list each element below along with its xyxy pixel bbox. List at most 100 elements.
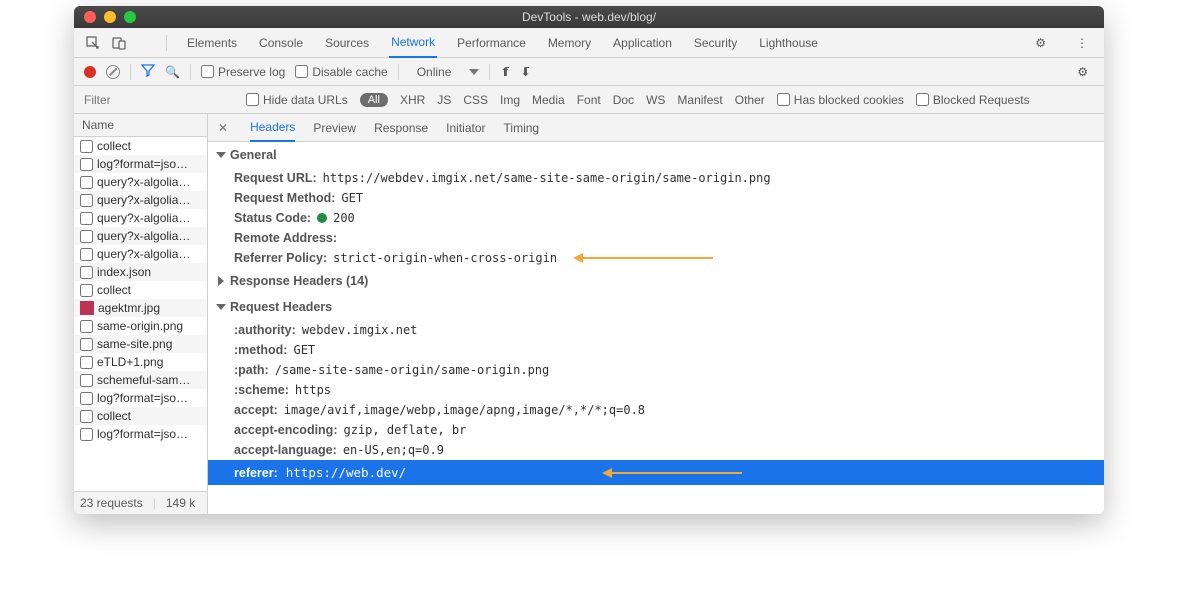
status-ok-icon [317,213,327,223]
detail-tab-preview[interactable]: Preview [313,115,356,141]
settings-icon[interactable]: ⚙ [1029,36,1052,50]
filter-other[interactable]: Other [735,93,765,107]
filter-img[interactable]: Img [500,93,520,107]
filter-toggle-icon[interactable] [141,63,155,80]
disable-cache-checkbox[interactable]: Disable cache [295,65,387,79]
tab-performance[interactable]: Performance [455,29,528,57]
request-method-value: GET [341,191,363,205]
filter-manifest[interactable]: Manifest [677,93,722,107]
window-title: DevTools - web.dev/blog/ [74,10,1104,24]
remote-address-label: Remote Address: [234,231,337,245]
accept-encoding-label: accept-encoding: [234,423,338,437]
main-split: Name collect log?format=jso… query?x-alg… [74,114,1104,514]
inspect-icon[interactable] [84,34,102,52]
has-blocked-cookies-checkbox[interactable]: Has blocked cookies [777,93,904,107]
response-headers-section[interactable]: Response Headers (14) [208,268,1104,294]
detail-tab-response[interactable]: Response [374,115,428,141]
list-item[interactable]: same-origin.png [74,317,207,335]
tab-lighthouse[interactable]: Lighthouse [757,29,820,57]
request-list-panel: Name collect log?format=jso… query?x-alg… [74,114,208,514]
list-item[interactable]: log?format=jso… [74,155,207,173]
requests-count: 23 requests [80,496,143,510]
name-column-header[interactable]: Name [74,114,207,137]
path-value: /same-site-same-origin/same-origin.png [275,363,550,377]
transfer-size: 149 k [166,496,195,510]
image-thumb-icon [80,301,94,315]
throttling-select[interactable]: Online [409,63,460,81]
blocked-requests-checkbox[interactable]: Blocked Requests [916,93,1030,107]
request-method-label: Request Method: [234,191,335,205]
more-icon[interactable]: ⋮ [1070,36,1094,50]
method-label: :method: [234,343,287,357]
list-item[interactable]: same-site.png [74,335,207,353]
network-settings-icon[interactable]: ⚙ [1071,65,1094,79]
detail-tab-headers[interactable]: Headers [250,114,295,142]
accept-language-value: en-US,en;q=0.9 [343,443,444,457]
tab-memory[interactable]: Memory [546,29,593,57]
list-item[interactable]: query?x-algolia… [74,191,207,209]
status-code-value: 200 [333,211,355,225]
device-toggle-icon[interactable] [110,34,128,52]
request-list[interactable]: collect log?format=jso… query?x-algolia…… [74,137,207,491]
search-icon[interactable]: 🔍 [165,65,180,79]
referer-label: referer: [234,466,278,480]
list-item[interactable]: query?x-algolia… [74,245,207,263]
authority-value: webdev.imgix.net [302,323,418,337]
list-item[interactable]: query?x-algolia… [74,173,207,191]
referrer-policy-value: strict-origin-when-cross-origin [333,251,557,265]
network-toolbar: 🔍 Preserve log Disable cache Online ⬆̄ ⬇… [74,58,1104,86]
close-details-icon[interactable]: ✕ [218,121,228,135]
list-item[interactable]: collect [74,137,207,155]
accept-encoding-value: gzip, deflate, br [344,423,467,437]
filter-js[interactable]: JS [437,93,451,107]
list-item[interactable]: eTLD+1.png [74,353,207,371]
request-headers-section[interactable]: Request Headers [208,294,1104,320]
headers-body[interactable]: General Request URL:https://webdev.imgix… [208,142,1104,514]
referer-value: https://web.dev/ [286,465,406,480]
accept-language-label: accept-language: [234,443,337,457]
disclosure-triangle-icon [216,304,226,310]
list-item[interactable]: query?x-algolia… [74,209,207,227]
details-panel: ✕ Headers Preview Response Initiator Tim… [208,114,1104,514]
upload-har-icon[interactable]: ⬆̄ [500,65,510,79]
hide-data-urls-checkbox[interactable]: Hide data URLs [246,93,348,107]
tab-elements[interactable]: Elements [185,29,239,57]
tab-console[interactable]: Console [257,29,305,57]
list-item[interactable]: schemeful-sam… [74,371,207,389]
preserve-log-checkbox[interactable]: Preserve log [201,65,285,79]
list-item[interactable]: agektmr.jpg [74,299,207,317]
devtools-window: DevTools - web.dev/blog/ Elements Consol… [74,6,1104,514]
filter-bar: Hide data URLs All XHR JS CSS Img Media … [74,86,1104,114]
filter-input[interactable] [84,93,234,107]
list-item[interactable]: log?format=jso… [74,425,207,443]
throttling-dropdown-icon[interactable] [469,69,479,75]
list-item[interactable]: query?x-algolia… [74,227,207,245]
scheme-label: :scheme: [234,383,289,397]
authority-label: :authority: [234,323,296,337]
annotation-arrow-icon [583,257,713,259]
accept-value: image/avif,image/webp,image/apng,image/*… [284,403,645,417]
filter-xhr[interactable]: XHR [400,93,425,107]
tab-sources[interactable]: Sources [323,29,371,57]
general-section[interactable]: General [208,142,1104,168]
detail-tab-initiator[interactable]: Initiator [446,115,485,141]
tab-application[interactable]: Application [611,29,674,57]
filter-media[interactable]: Media [532,93,565,107]
filter-font[interactable]: Font [577,93,601,107]
detail-tab-timing[interactable]: Timing [504,115,540,141]
filter-doc[interactable]: Doc [613,93,634,107]
tab-security[interactable]: Security [692,29,739,57]
main-tabs-row: Elements Console Sources Network Perform… [74,28,1104,58]
list-item[interactable]: collect [74,281,207,299]
filter-ws[interactable]: WS [646,93,665,107]
filter-all[interactable]: All [360,93,388,107]
download-har-icon[interactable]: ⬇̄ [520,65,530,79]
list-item[interactable]: index.json [74,263,207,281]
list-item[interactable]: collect [74,407,207,425]
record-button[interactable] [84,66,96,78]
list-item[interactable]: log?format=jso… [74,389,207,407]
tab-network[interactable]: Network [389,28,437,58]
filter-css[interactable]: CSS [463,93,488,107]
method-value: GET [293,343,315,357]
clear-button[interactable] [106,65,120,79]
